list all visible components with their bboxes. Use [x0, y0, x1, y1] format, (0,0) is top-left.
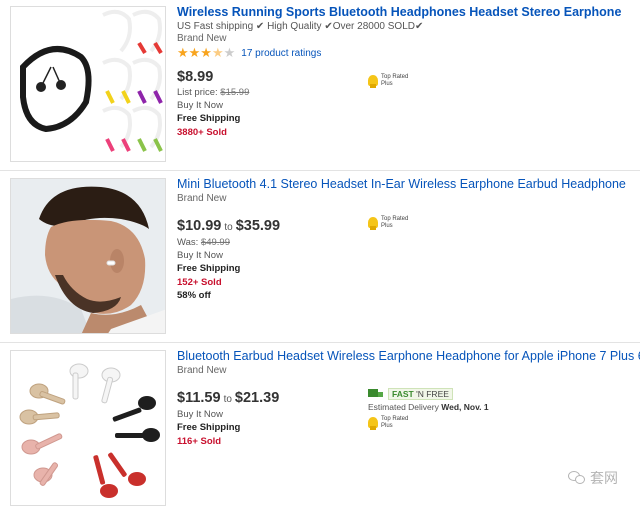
top-rated-ribbon-icon [368, 75, 378, 88]
man-wearing-earbud-image [11, 179, 165, 333]
fast-free-label: FAST 'N FREE [388, 388, 453, 400]
delivery-label: Estimated Delivery [368, 402, 439, 412]
was-label: Was: [177, 237, 199, 248]
top-rated-badge: Top Rated Plus [368, 216, 415, 230]
chat-bubble-icon [568, 471, 586, 485]
listing-image[interactable] [10, 350, 166, 506]
price-to: to [224, 222, 233, 233]
listing-title-link[interactable]: Mini Bluetooth 4.1 Stereo Headset In-Ear… [177, 176, 627, 192]
truck-icon [368, 389, 384, 399]
neckband-headphones-image [11, 7, 165, 161]
discount-label: 58% off [177, 290, 211, 301]
listing-image[interactable] [10, 178, 166, 334]
delivery-date: Wed, Nov. 1 [441, 402, 489, 412]
fast-n-free-badge: FAST 'N FREE [368, 388, 453, 400]
badge-label: Top Rated Plus [381, 216, 409, 229]
sold-count: 116+ Sold [177, 436, 222, 447]
top-rated-badge: Top Rated Plus [368, 416, 415, 430]
buy-format: Buy It Now [177, 250, 223, 261]
estimated-delivery: Estimated Delivery Wed, Nov. 1 [368, 402, 489, 412]
sold-count: 3880+ Sold [177, 127, 227, 138]
price-low: $11.59 [177, 390, 221, 406]
badge-label: Top Rated Plus [381, 416, 409, 429]
listing-card: Wireless Running Sports Bluetooth Headph… [0, 0, 640, 168]
was-price-value: $49.99 [200, 237, 230, 248]
listing-condition: Brand New [177, 365, 227, 376]
list-price-row: List price: $15.99 [177, 86, 627, 99]
top-rated-ribbon-icon [368, 217, 378, 230]
product-ratings-link[interactable]: 17 product ratings [241, 48, 321, 59]
listing-condition: Brand New [177, 33, 227, 44]
star-rating-icon: ★★★★★ [177, 45, 236, 60]
rating-row[interactable]: ★★★★★ 17 product ratings [177, 46, 627, 60]
buy-format: Buy It Now [177, 100, 223, 111]
listing-title-link[interactable]: Wireless Running Sports Bluetooth Headph… [177, 4, 627, 20]
price-to: to [223, 394, 232, 405]
shipping-info: Free Shipping [177, 263, 241, 274]
listing-card: Mini Bluetooth 4.1 Stereo Headset In-Ear… [0, 172, 640, 340]
badge-label: Top Rated Plus [381, 74, 409, 87]
price-low: $10.99 [177, 218, 222, 234]
listing-title-link[interactable]: Bluetooth Earbud Headset Wireless Earpho… [177, 348, 640, 364]
list-price-value: $15.99 [220, 87, 250, 98]
shipping-info: Free Shipping [177, 113, 241, 124]
listing-card: Bluetooth Earbud Headset Wireless Earpho… [0, 344, 640, 508]
fast-text: FAST [392, 389, 414, 399]
top-rated-ribbon-icon [368, 417, 378, 430]
listing-subtitle: US Fast shipping ✔ High Quality ✔Over 28… [177, 21, 424, 32]
watermark-text: 套网 [590, 471, 618, 487]
divider [0, 170, 640, 171]
listing-condition: Brand New [177, 193, 227, 204]
listing-image[interactable] [10, 6, 166, 162]
top-rated-badge: Top Rated Plus [368, 74, 415, 88]
free-text: 'N FREE [416, 389, 449, 399]
was-price-row: Was: $49.99 [177, 236, 627, 249]
list-price-label: List price: [177, 87, 218, 98]
price-high: $21.39 [234, 390, 280, 406]
earbuds-circle-image [11, 351, 165, 505]
divider [0, 342, 640, 343]
sold-count: 152+ Sold [177, 277, 222, 288]
watermark: 套网 [568, 468, 618, 488]
price-high: $35.99 [235, 218, 281, 234]
